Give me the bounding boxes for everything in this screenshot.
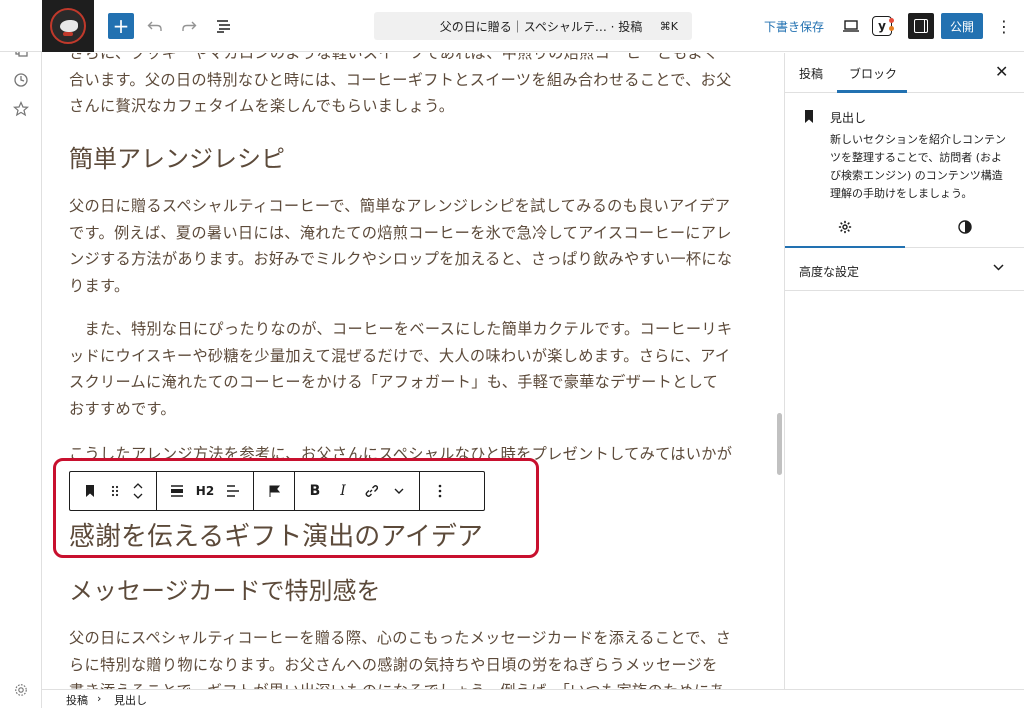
block-description: 新しいセクションを紹介しコンテンツを整理することで、訪問者 (および検索エンジン… <box>830 133 1006 200</box>
yoast-status-dot <box>889 18 894 23</box>
add-block-button[interactable]: + <box>108 13 134 39</box>
paragraph-block[interactable]: さらに、クッキーやマカロンのような軽いスイーツであれば、中煎りの焙煎コーヒーとも… <box>69 53 733 120</box>
site-logo[interactable] <box>42 0 94 52</box>
document-overview-icon[interactable] <box>211 13 237 39</box>
paragraph-block[interactable]: また、特別な日にぴったりなのが、コーヒーをベースにした簡単カクテルです。コーヒー… <box>69 316 733 422</box>
settings-sidebar-toggle[interactable] <box>908 13 934 39</box>
command-palette[interactable]: 父の日に贈る｜スペシャルテ… · 投稿 ⌘K <box>374 12 692 40</box>
editor-canvas: さらに、クッキーやマカロンのような軽いスイーツであれば、中煎りの焙煎コーヒーとも… <box>43 53 773 689</box>
gear-icon[interactable] <box>11 680 31 700</box>
breadcrumb-post[interactable]: 投稿 <box>66 692 88 708</box>
publish-button[interactable]: 公開 <box>941 13 983 39</box>
yoast-label: y <box>878 19 886 33</box>
command-shortcut: ⌘K <box>659 19 678 33</box>
scrollbar-thumb[interactable] <box>777 413 782 475</box>
close-icon[interactable]: ✕ <box>995 62 1008 81</box>
editor-window: + 父の日に贈る｜スペシャルテ… · 投稿 ⌘K 下書き保存 y 公開 ⋮ さら… <box>0 0 1024 708</box>
editor-scrollbar[interactable] <box>774 53 784 689</box>
breadcrumb-separator: › <box>97 692 102 705</box>
editor-header: + 父の日に贈る｜スペシャルテ… · 投稿 ⌘K 下書き保存 y 公開 ⋮ <box>0 0 1024 52</box>
yoast-readability-dot <box>889 26 894 31</box>
redo-icon[interactable] <box>176 13 202 39</box>
options-menu-icon[interactable]: ⋮ <box>994 13 1014 39</box>
settings-gear-icon[interactable] <box>837 219 853 235</box>
paragraph-block[interactable]: 父の日にスペシャルティコーヒーを贈る際、心のこもったメッセージカードを添えること… <box>69 625 733 689</box>
block-inspector-tabs <box>785 208 1024 248</box>
active-subtab-indicator <box>785 246 905 248</box>
clock-icon[interactable] <box>11 70 31 90</box>
breadcrumb: 投稿 › 見出し <box>42 689 1024 708</box>
heading-message-card[interactable]: メッセージカードで特別感を <box>69 571 381 606</box>
star-icon[interactable] <box>11 99 31 119</box>
save-draft-button[interactable]: 下書き保存 <box>764 18 824 35</box>
paragraph-block[interactable]: 父の日に贈るスペシャルティコーヒーで、簡単なアレンジレシピを試してみるのも良いア… <box>69 193 733 299</box>
sidebar-tabs: 投稿 ブロック ✕ <box>785 53 1024 93</box>
chevron-down-icon[interactable] <box>993 259 1004 275</box>
left-rail <box>0 0 42 708</box>
bird-logo-icon <box>50 8 86 44</box>
advanced-settings-label: 高度な設定 <box>799 265 860 279</box>
breadcrumb-heading[interactable]: 見出し <box>114 692 147 708</box>
document-title: 父の日に贈る｜スペシャルテ… · 投稿 <box>439 19 643 34</box>
styles-half-circle-icon[interactable] <box>957 219 973 235</box>
block-title: 見出し <box>830 111 867 125</box>
annotation-highlight <box>53 458 539 558</box>
tab-post[interactable]: 投稿 <box>799 65 823 82</box>
settings-sidebar: 投稿 ブロック ✕ 見出し 新しいセクションを紹介しコンテンツを整理することで、… <box>784 53 1024 689</box>
undo-icon[interactable] <box>142 13 168 39</box>
heading-block-icon <box>805 110 813 123</box>
tab-block[interactable]: ブロック <box>849 65 897 82</box>
heading-arrange-recipe[interactable]: 簡単アレンジレシピ <box>69 139 285 174</box>
sidebar-icon <box>914 19 928 33</box>
advanced-settings-panel[interactable]: 高度な設定 <box>785 249 1024 291</box>
preview-icon[interactable] <box>838 13 864 39</box>
